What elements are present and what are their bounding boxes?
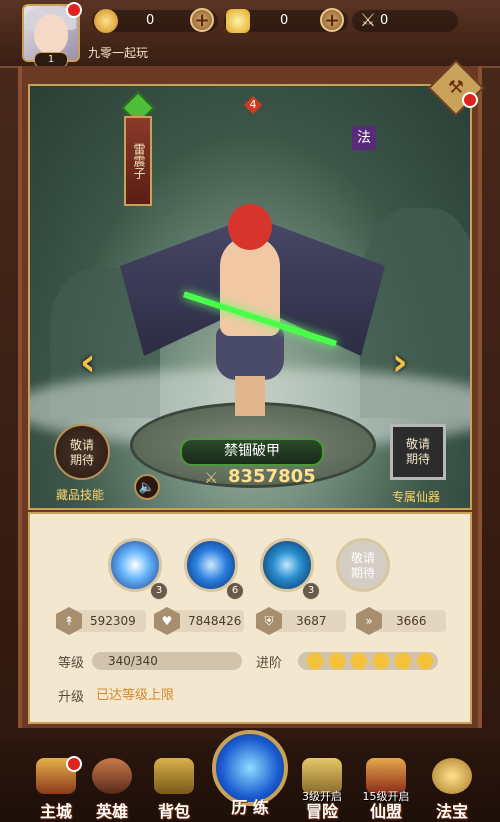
swords-value: 0 xyxy=(380,13,389,28)
skill-3-level: 3 xyxy=(302,582,320,600)
nav-guild-label: 仙盟 xyxy=(369,802,402,821)
top-bar: 1 九零一起玩 0 + 0 + ⚔ 0 xyxy=(0,0,500,68)
hp-icon: ♥ xyxy=(154,607,180,635)
nav-trial-label[interactable]: 历 练 xyxy=(212,794,288,818)
level-bar: 340/340 xyxy=(92,652,242,670)
level-label: 等级 xyxy=(58,656,85,671)
crossed-swords-icon: ⚔ xyxy=(359,10,377,31)
advance-star-icon xyxy=(328,653,346,669)
nav-hero-label: 英雄 xyxy=(95,802,128,821)
hero-info-panel: 3 6 3 敬请 期待 ↟ 592309 ♥ 7848426 ⛨ 3687 » … xyxy=(28,512,472,724)
hp-stat: ♥ 7848426 xyxy=(154,607,244,635)
defense-stat: ⛨ 3687 xyxy=(256,607,346,635)
gold-value: 0 xyxy=(280,13,289,28)
skill-1-level: 3 xyxy=(150,582,168,600)
defense-icon: ⛨ xyxy=(256,607,282,635)
upgrade-label: 升级 xyxy=(58,690,85,705)
combat-power-value: 8357805 xyxy=(228,466,316,487)
voice-speaker-icon[interactable]: 🔈 xyxy=(134,474,160,500)
nav-bag-label: 背包 xyxy=(157,802,190,821)
next-hero-arrow[interactable]: › xyxy=(392,340,408,384)
gold-ingot-icon xyxy=(226,9,250,33)
advance-star-icon xyxy=(372,653,390,669)
advance-star-icon xyxy=(306,653,324,669)
hero-scene: 雷震子 4 法 ‹ › 敬请 期待 藏品技能 敬请 期待 专属仙器 禁锢破甲 🔈… xyxy=(28,84,472,510)
nav-treasure-label: 法宝 xyxy=(435,802,468,821)
copper-coin-icon xyxy=(94,9,118,33)
skill-2-level: 6 xyxy=(226,582,244,600)
player-nickname: 九零一起玩 xyxy=(88,46,149,60)
attack-stat: ↟ 592309 xyxy=(56,607,146,635)
skill-4-locked[interactable]: 敬请 期待 xyxy=(336,538,390,592)
nav-hero[interactable]: 英雄 xyxy=(80,752,144,822)
advance-label: 进阶 xyxy=(256,656,283,671)
attack-value: 592309 xyxy=(90,614,136,628)
star-level-badge: 4 xyxy=(244,96,262,114)
exclusive-artifact-label: 专属仙器 xyxy=(392,490,441,504)
nav-guild[interactable]: 15级开启 仙盟 xyxy=(354,752,418,822)
avatar-notification-dot xyxy=(66,2,82,18)
defense-value: 3687 xyxy=(296,614,327,628)
hp-value: 7848426 xyxy=(188,614,242,628)
avatar-face xyxy=(34,14,68,54)
hero-legs xyxy=(235,376,265,416)
nav-adventure[interactable]: 3级开启 冒险 xyxy=(290,752,354,822)
hero-head xyxy=(228,204,272,250)
add-copper-button[interactable]: + xyxy=(190,8,214,32)
upgrade-max-message: 已达等级上限 xyxy=(96,688,175,703)
attack-icon: ↟ xyxy=(56,607,82,635)
tool-notification-dot xyxy=(462,92,478,108)
collection-skill-button[interactable]: 敬请 期待 xyxy=(54,424,110,480)
hero-name-banner: 雷震子 xyxy=(124,116,152,206)
copper-value: 0 xyxy=(146,13,155,28)
speed-value: 3666 xyxy=(396,614,427,628)
collection-skill-label: 藏品技能 xyxy=(56,488,105,502)
combat-power-icon: ⚔ xyxy=(204,468,219,487)
advance-stars[interactable] xyxy=(298,652,438,670)
nav-bag[interactable]: 背包 xyxy=(142,752,206,822)
skill-name-plate[interactable]: 禁锢破甲 xyxy=(180,438,324,466)
advance-star-icon xyxy=(416,653,434,669)
exclusive-artifact-button[interactable]: 敬请 期待 xyxy=(390,424,446,480)
speed-icon: » xyxy=(356,607,382,635)
hero-icon xyxy=(92,758,132,794)
previous-hero-arrow[interactable]: ‹ xyxy=(80,340,96,384)
nav-adventure-label: 冒险 xyxy=(305,802,338,821)
class-badge: 法 xyxy=(352,126,376,150)
advance-star-icon xyxy=(394,653,412,669)
speed-stat: » 3666 xyxy=(356,607,446,635)
nav-city-label: 主城 xyxy=(39,802,72,821)
treasure-icon xyxy=(432,758,472,794)
level-value: 340/340 xyxy=(108,654,158,668)
advance-star-icon xyxy=(350,653,368,669)
nav-treasure[interactable]: 法宝 xyxy=(420,752,484,822)
swords-resource: ⚔ 0 xyxy=(356,9,456,33)
bag-icon xyxy=(154,758,194,794)
add-gold-button[interactable]: + xyxy=(320,8,344,32)
game-screen: 1 九零一起玩 0 + 0 + ⚔ 0 雷震子 4 法 ‹ › 敬请 期待 藏品… xyxy=(0,0,500,822)
